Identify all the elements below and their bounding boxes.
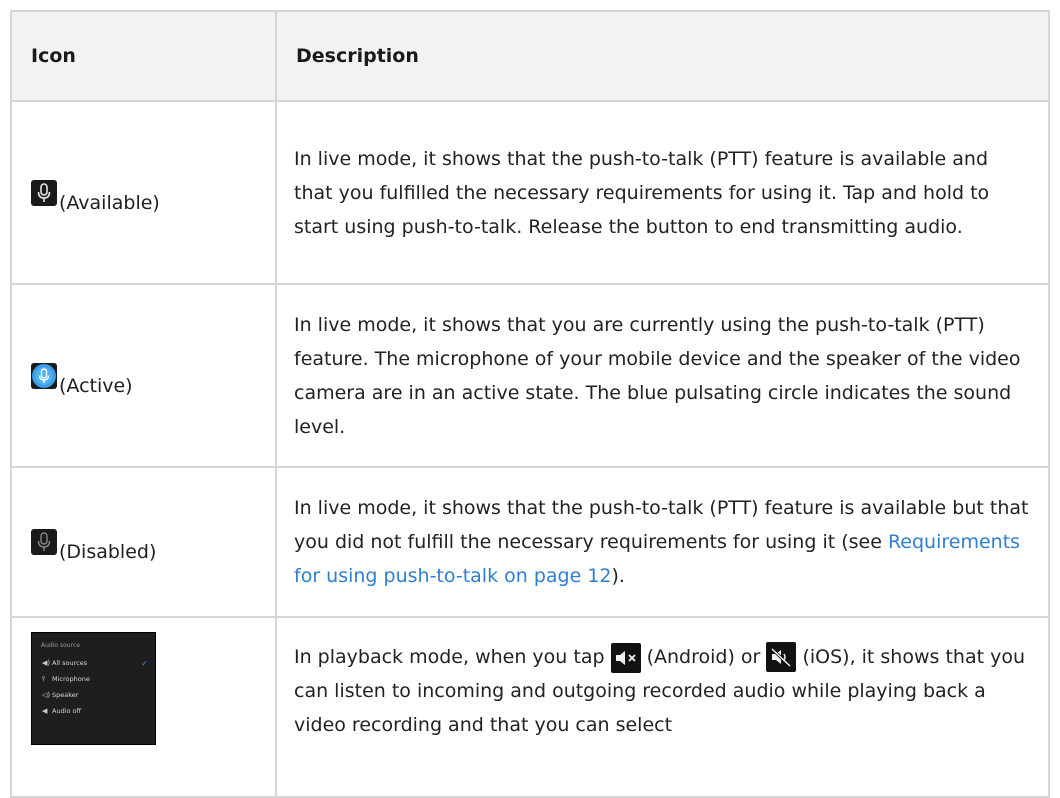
- android-label: (Android) or: [640, 646, 767, 668]
- microphone-icon: ⫯: [42, 674, 46, 683]
- table-row: (Active) In live mode, it shows that you…: [12, 285, 1048, 468]
- mic-active-icon: [31, 362, 57, 389]
- speaker-outline-icon: ◁): [42, 691, 51, 699]
- description-text: In live mode, it shows that you are curr…: [294, 313, 1021, 438]
- description-cell: In live mode, it shows that you are curr…: [277, 285, 1048, 466]
- checkmark-icon: ✓: [141, 658, 148, 668]
- audio-source-item: ◀) All sources ✓: [39, 655, 148, 671]
- ios-mute-icon: [766, 642, 797, 672]
- audio-source-item-label: All sources: [52, 659, 88, 667]
- table-row: (Disabled) In live mode, it shows that t…: [12, 468, 1048, 618]
- description-text: In playback mode, when you tap (Android)…: [294, 640, 1032, 742]
- audio-source-panel: Audio source ◀) All sources ✓ ⫯ Micropho…: [31, 632, 156, 745]
- header-description-column: Description: [296, 45, 419, 67]
- table-row: Audio source ◀) All sources ✓ ⫯ Micropho…: [12, 618, 1048, 798]
- description-text-part1: In playback mode, when you tap: [294, 646, 611, 668]
- table-header-row: Icon Description: [12, 12, 1048, 102]
- icon-cell: (Available): [12, 102, 277, 283]
- description-cell: In live mode, it shows that the push-to-…: [277, 102, 1048, 283]
- description-text: In live mode, it shows that the push-to-…: [294, 491, 1032, 593]
- icon-cell: (Disabled): [12, 468, 277, 616]
- description-cell: In playback mode, when you tap (Android)…: [277, 618, 1048, 796]
- audio-source-item: ◀ Audio off: [39, 703, 148, 719]
- audio-source-item-label: Speaker: [52, 691, 79, 699]
- state-label: (Disabled): [59, 541, 157, 563]
- audio-off-icon: ◀: [42, 707, 48, 715]
- audio-source-item: ⫯ Microphone: [39, 671, 148, 687]
- audio-source-item: ◁) Speaker: [39, 687, 148, 703]
- description-text-after: ).: [611, 565, 625, 587]
- icon-description-table: Icon Description (Available) In live mod…: [10, 10, 1050, 798]
- mic-available-icon: [31, 179, 57, 206]
- header-icon-column: Icon: [12, 12, 277, 100]
- description-text: In live mode, it shows that the push-to-…: [294, 147, 990, 238]
- table-row: (Available) In live mode, it shows that …: [12, 102, 1048, 285]
- description-cell: In live mode, it shows that the push-to-…: [277, 468, 1048, 616]
- state-label: (Available): [59, 191, 160, 214]
- icon-cell: (Active): [12, 285, 277, 466]
- audio-source-item-label: Microphone: [52, 675, 90, 683]
- android-mute-icon: [610, 643, 641, 673]
- mic-disabled-icon: [31, 529, 57, 555]
- speaker-icon: ◀): [42, 659, 51, 667]
- audio-source-title: Audio source: [41, 642, 80, 649]
- icon-cell: Audio source ◀) All sources ✓ ⫯ Micropho…: [12, 618, 277, 796]
- state-label: (Active): [59, 374, 133, 397]
- audio-source-item-label: Audio off: [52, 707, 81, 715]
